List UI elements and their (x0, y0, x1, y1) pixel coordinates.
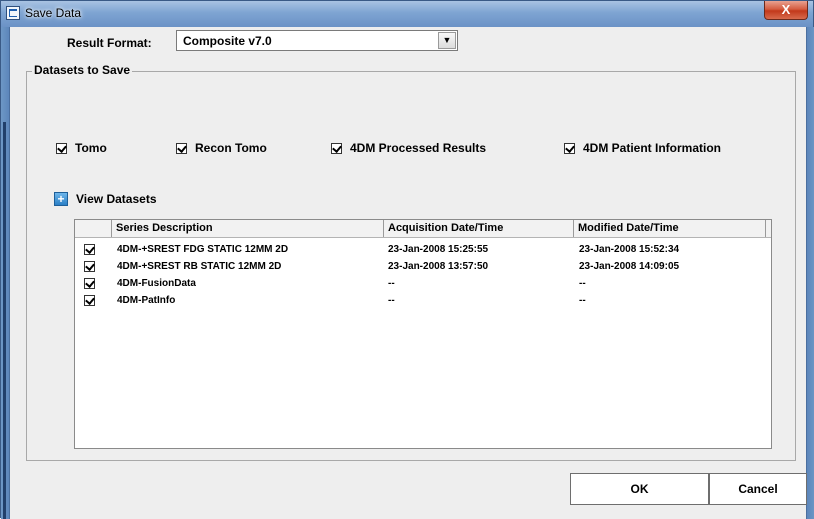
patient-information-checkbox[interactable]: 4DM Patient Information (564, 141, 721, 155)
datasets-group-title: Datasets to Save (32, 63, 133, 77)
table-row[interactable]: 4DM-+SREST RB STATIC 12MM 2D 23-Jan-2008… (75, 260, 771, 274)
window-left-border (1, 27, 9, 519)
table-row[interactable]: 4DM-+SREST FDG STATIC 12MM 2D 23-Jan-200… (75, 243, 771, 257)
column-header-modified-date[interactable]: Modified Date/Time (574, 220, 766, 237)
acquisition-date-cell: 23-Jan-2008 15:25:55 (388, 244, 489, 255)
acquisition-date-cell: -- (388, 278, 395, 289)
save-data-window: Save Data X Result Format: Composite v7.… (0, 0, 814, 519)
modified-date-cell: -- (579, 295, 586, 306)
table-row[interactable]: 4DM-PatInfo -- -- (75, 294, 771, 308)
tomo-checkbox-label: Tomo (75, 141, 107, 155)
modified-date-cell: -- (579, 278, 586, 289)
patient-information-checkbox-label: 4DM Patient Information (583, 141, 722, 155)
ok-button[interactable]: OK (570, 473, 709, 505)
row-checkbox[interactable] (84, 261, 95, 272)
modified-date-cell: 23-Jan-2008 15:52:34 (579, 244, 680, 255)
row-checkbox[interactable] (84, 278, 95, 289)
checkbox-checked-icon[interactable] (331, 142, 342, 154)
title-bar[interactable]: Save Data X (1, 1, 813, 27)
close-button[interactable]: X (764, 1, 808, 20)
cancel-button[interactable]: Cancel (709, 473, 807, 505)
series-description-cell: 4DM-FusionData (117, 278, 196, 289)
result-format-value: Composite v7.0 (183, 34, 272, 48)
datasets-table: Series Description Acquisition Date/Time… (74, 219, 772, 449)
checkbox-checked-icon[interactable] (176, 142, 187, 154)
window-right-border (807, 27, 814, 519)
result-format-dropdown[interactable]: Composite v7.0 ▼ (176, 30, 458, 51)
recon-tomo-checkbox-label: Recon Tomo (195, 141, 267, 155)
table-row[interactable]: 4DM-FusionData -- -- (75, 277, 771, 291)
result-format-label: Result Format: (67, 36, 152, 50)
recon-tomo-checkbox[interactable]: Recon Tomo (176, 141, 267, 155)
view-datasets-toggle[interactable]: View Datasets (76, 192, 157, 206)
acquisition-date-cell: -- (388, 295, 395, 306)
acquisition-date-cell: 23-Jan-2008 13:57:50 (388, 261, 489, 272)
plus-icon[interactable]: + (54, 192, 68, 206)
table-header: Series Description Acquisition Date/Time… (75, 220, 771, 238)
series-description-cell: 4DM-+SREST FDG STATIC 12MM 2D (117, 244, 289, 255)
column-header-acquisition-date[interactable]: Acquisition Date/Time (384, 220, 574, 237)
modified-date-cell: 23-Jan-2008 14:09:05 (579, 261, 680, 272)
column-header-select[interactable] (75, 220, 112, 237)
series-description-cell: 4DM-PatInfo (117, 295, 176, 306)
window-title: Save Data (25, 6, 82, 20)
processed-results-checkbox[interactable]: 4DM Processed Results (331, 141, 486, 155)
row-checkbox[interactable] (84, 244, 95, 255)
processed-results-checkbox-label: 4DM Processed Results (350, 141, 487, 155)
app-icon (6, 6, 20, 20)
series-description-cell: 4DM-+SREST RB STATIC 12MM 2D (117, 261, 282, 272)
column-header-series-description[interactable]: Series Description (112, 220, 384, 237)
checkbox-checked-icon[interactable] (564, 142, 575, 154)
tomo-checkbox[interactable]: Tomo (56, 141, 107, 155)
chevron-down-icon[interactable]: ▼ (438, 32, 456, 49)
checkbox-checked-icon[interactable] (56, 142, 67, 154)
row-checkbox[interactable] (84, 295, 95, 306)
